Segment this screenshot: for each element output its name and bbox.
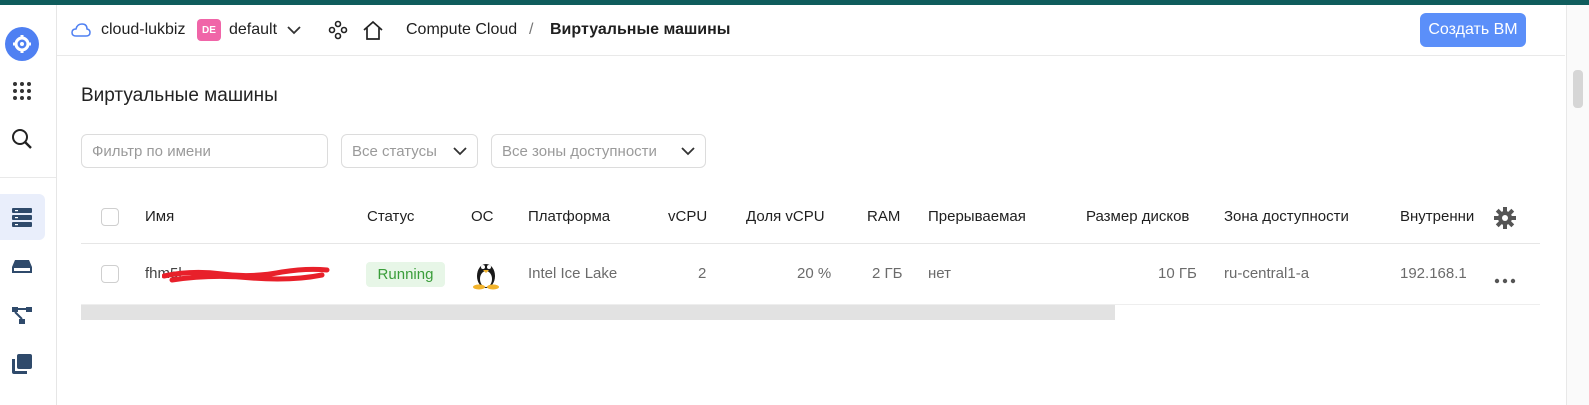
- apps-grid-icon[interactable]: [8, 77, 36, 105]
- table-header-divider: [81, 243, 1540, 244]
- cloud-selector[interactable]: cloud-lukbiz: [71, 5, 185, 55]
- column-header-internal-ip[interactable]: Внутренни: [1400, 208, 1476, 225]
- folder-badge: DE: [197, 19, 221, 41]
- vertical-scrollbar[interactable]: [1566, 5, 1589, 405]
- vcpu-cell: 2: [698, 265, 707, 282]
- folder-selector[interactable]: DE default: [197, 5, 301, 55]
- rail-divider: [0, 177, 56, 178]
- left-nav-rail: [0, 5, 57, 405]
- column-header-preemptible[interactable]: Прерываемая: [928, 208, 1026, 225]
- column-header-name[interactable]: Имя: [145, 208, 174, 225]
- copy-icon[interactable]: [8, 350, 36, 378]
- internal-ip-cell: 192.168.1: [1400, 265, 1467, 282]
- linux-tux-icon: [472, 259, 500, 295]
- select-all-checkbox[interactable]: [101, 208, 119, 226]
- column-header-status[interactable]: Статус: [367, 208, 414, 225]
- column-header-zone[interactable]: Зона доступности: [1224, 208, 1349, 225]
- chevron-down-icon: [287, 25, 301, 34]
- status-select[interactable]: Все статусы: [341, 134, 478, 168]
- column-header-os[interactable]: ОС: [471, 208, 494, 225]
- network-icon[interactable]: [8, 301, 36, 329]
- create-vm-button[interactable]: Создать ВМ: [1420, 13, 1526, 47]
- redaction-scribble: [162, 266, 330, 283]
- column-header-vcpu-share[interactable]: Доля vCPU: [746, 208, 825, 225]
- disk-size-cell: 10 ГБ: [1158, 265, 1197, 282]
- zone-select-value: Все зоны доступности: [502, 142, 657, 160]
- breadcrumb-separator: /: [529, 21, 534, 38]
- chevron-down-icon: [453, 147, 467, 156]
- more-actions-icon[interactable]: [1494, 271, 1516, 289]
- top-header: cloud-lukbiz DE default Compute Cloud / …: [57, 5, 1565, 56]
- column-header-platform[interactable]: Платформа: [528, 208, 610, 225]
- cloud-name: cloud-lukbiz: [101, 21, 186, 38]
- search-icon[interactable]: [8, 125, 36, 153]
- breadcrumb-current: Виртуальные машины: [550, 21, 731, 38]
- column-header-disk-size[interactable]: Размер дисков: [1086, 208, 1189, 225]
- status-select-value: Все статусы: [352, 142, 437, 160]
- page-title: Виртуальные машины: [81, 85, 278, 106]
- horizontal-scrollbar[interactable]: [81, 305, 1115, 320]
- row-checkbox[interactable]: [101, 265, 119, 283]
- ram-cell: 2 ГБ: [872, 265, 903, 282]
- column-header-vcpu[interactable]: vCPU: [668, 208, 707, 225]
- platform-cell: Intel Ice Lake: [528, 265, 618, 282]
- breadcrumb-service[interactable]: Compute Cloud: [406, 5, 517, 55]
- services-icon[interactable]: [328, 5, 348, 55]
- zone-cell: ru-central1-a: [1224, 265, 1310, 282]
- name-filter-input[interactable]: Фильтр по имени: [81, 134, 328, 168]
- server-icon[interactable]: [8, 203, 36, 231]
- disk-icon[interactable]: [8, 252, 36, 280]
- scrollbar-thumb[interactable]: [1573, 70, 1583, 108]
- chevron-down-icon: [681, 147, 695, 156]
- gear-icon[interactable]: [1494, 207, 1516, 234]
- cloud-icon: [71, 23, 91, 37]
- column-header-ram[interactable]: RAM: [867, 208, 900, 225]
- zone-select[interactable]: Все зоны доступности: [491, 134, 706, 168]
- status-badge: Running: [366, 262, 445, 287]
- home-icon[interactable]: [362, 5, 384, 55]
- preemptible-cell: нет: [928, 265, 951, 282]
- logo-icon[interactable]: [5, 27, 39, 61]
- folder-name: default: [229, 21, 278, 38]
- name-filter-placeholder: Фильтр по имени: [92, 142, 211, 160]
- vcpu-share-cell: 20 %: [797, 265, 832, 282]
